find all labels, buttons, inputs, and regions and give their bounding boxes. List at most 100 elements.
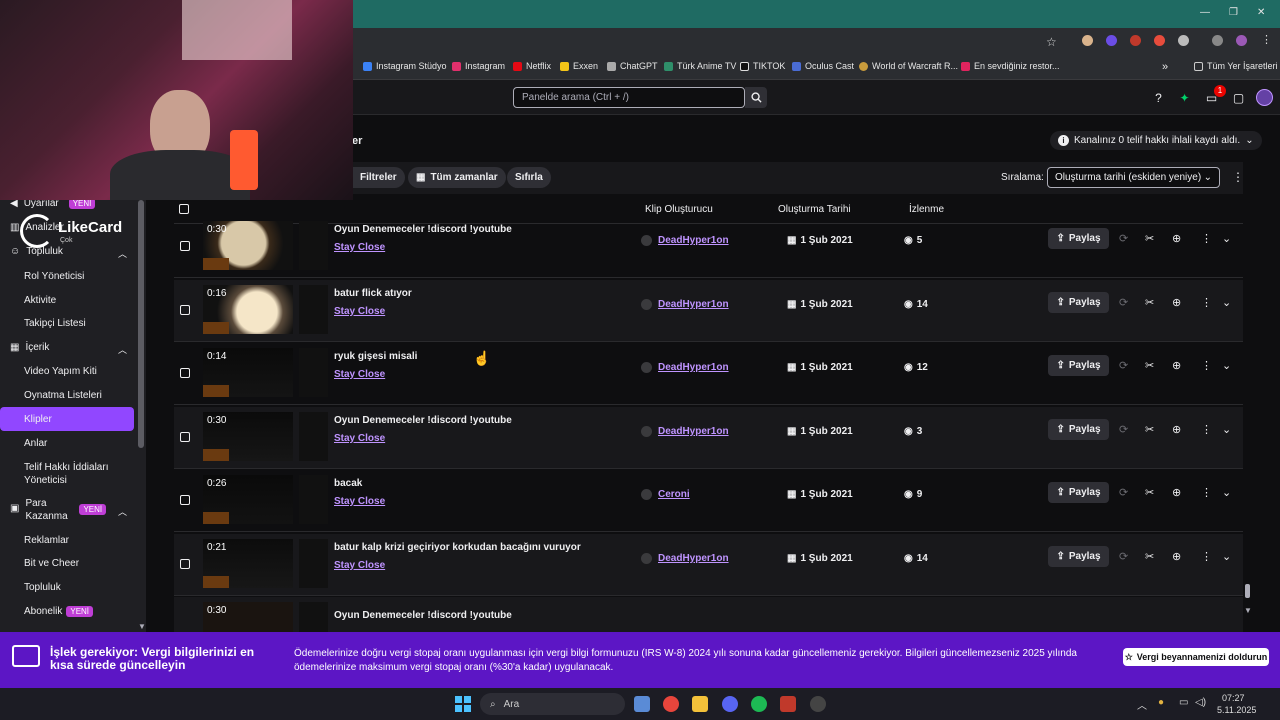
clip-title[interactable]: Oyun Denemeceler !discord !youtube — [334, 224, 512, 235]
bookmark[interactable]: TIKTOK — [740, 61, 785, 71]
bookmark[interactable]: World of Warcraft R... — [859, 61, 958, 71]
table-scrollbar[interactable] — [1245, 584, 1250, 598]
menu-kebab-icon[interactable]: ⋮ — [1261, 33, 1272, 46]
sidebar-item-playlists[interactable]: Oynatma Listeleri — [24, 390, 102, 401]
obs-icon[interactable] — [810, 696, 826, 712]
clip-thumbnail[interactable]: 0:16 — [203, 285, 293, 334]
clip-title[interactable]: batur flick atıyor — [334, 288, 412, 299]
game-link[interactable]: Stay Close — [334, 369, 385, 380]
table-row[interactable]: 0:30 Oyun Denemeceler !discord !youtube St… — [174, 407, 1243, 469]
scissors-icon[interactable]: ✂ — [1145, 232, 1154, 245]
column-creator[interactable]: Klip Oluşturucu — [645, 204, 713, 215]
table-row[interactable]: 0:30 Oyun Denemeceler !discord !youtube St… — [174, 216, 1243, 278]
sidebar-item-activity[interactable]: Aktivite — [24, 295, 56, 306]
all-time-button[interactable]: ▦ Tüm zamanlar — [408, 167, 506, 188]
sidebar-item-community[interactable]: Topluluk — [24, 582, 61, 593]
bookmark[interactable]: Oculus Cast — [792, 61, 854, 71]
chevron-down-icon[interactable]: ⌄ — [1222, 359, 1231, 372]
scissors-icon[interactable]: ✂ — [1145, 359, 1154, 372]
sidebar-item-clips[interactable]: Klipler — [24, 414, 52, 425]
sidebar-item-bits[interactable]: Bit ve Cheer — [24, 558, 79, 569]
extension-icon[interactable] — [1154, 35, 1165, 46]
table-row[interactable]: 0:26 bacak Stay Close Ceroni ▦ 1 Şub 2021 ◉ 9 ⇪ P… — [174, 470, 1243, 532]
more-icon[interactable]: ⋮ — [1201, 359, 1212, 372]
row-checkbox[interactable] — [180, 432, 190, 442]
bookmark[interactable]: En sevdiğiniz restor... — [961, 61, 1060, 71]
chevron-up-icon[interactable]: ︿ — [118, 343, 127, 356]
clip-title[interactable]: batur kalp krizi geçiriyor korkudan baca… — [334, 542, 581, 553]
loop-icon[interactable]: ⟳ — [1119, 359, 1128, 372]
creator-link[interactable]: DeadHyper1on — [658, 299, 729, 310]
game-link[interactable]: Stay Close — [334, 433, 385, 444]
sidebar-item-role-manager[interactable]: Rol Yöneticisi — [24, 271, 84, 282]
table-row[interactable]: 0:16 batur flick atıyor Stay Close DeadHype… — [174, 280, 1243, 342]
row-checkbox[interactable] — [180, 305, 190, 315]
share-button[interactable]: ⇪ Paylaş — [1048, 482, 1109, 503]
add-circle-icon[interactable]: ⊕ — [1172, 486, 1181, 499]
share-button[interactable]: ⇪ Paylaş — [1048, 419, 1109, 440]
scissors-icon[interactable]: ✂ — [1145, 423, 1154, 436]
game-link[interactable]: Stay Close — [334, 306, 385, 317]
scissors-icon[interactable]: ✂ — [1145, 486, 1154, 499]
maximize-icon[interactable]: ❐ — [1229, 7, 1238, 18]
user-avatar[interactable] — [1256, 89, 1273, 106]
minimize-icon[interactable]: — — [1200, 7, 1210, 18]
row-checkbox[interactable] — [180, 368, 190, 378]
loop-icon[interactable]: ⟳ — [1119, 232, 1128, 245]
profile-avatar[interactable] — [1236, 35, 1247, 46]
scissors-icon[interactable]: ✂ — [1145, 296, 1154, 309]
clip-thumbnail[interactable]: 0:26 — [203, 475, 293, 524]
sidebar-item-video-kit[interactable]: Video Yapım Kiti — [24, 366, 97, 377]
clip-title[interactable]: bacak — [334, 478, 362, 489]
select-all-checkbox[interactable] — [179, 204, 189, 214]
add-circle-icon[interactable]: ⊕ — [1172, 423, 1181, 436]
loop-icon[interactable]: ⟳ — [1119, 486, 1128, 499]
clock-date[interactable]: 5.11.2025 — [1217, 705, 1256, 715]
sidebar-scrollbar[interactable] — [138, 200, 144, 448]
clock-time[interactable]: 07:27 — [1222, 693, 1245, 703]
scroll-down-icon[interactable]: ▼ — [138, 622, 146, 631]
discord-icon[interactable] — [722, 696, 738, 712]
sidebar-item-followers[interactable]: Takipçi Listesi — [24, 318, 86, 329]
close-icon[interactable]: ✕ — [1257, 7, 1265, 18]
more-icon[interactable]: ⋮ — [1201, 232, 1212, 245]
network-icon[interactable]: ▭ — [1179, 697, 1188, 708]
extension-icon[interactable] — [1106, 35, 1117, 46]
puzzle-icon[interactable] — [1178, 35, 1189, 46]
table-row[interactable]: 0:21 batur kalp krizi geçiriyor korkudan … — [174, 534, 1243, 596]
column-date[interactable]: Oluşturma Tarihi — [778, 204, 851, 215]
search-input[interactable]: Panelde arama (Ctrl + /) — [513, 87, 745, 108]
clip-thumbnail[interactable]: 0:30 — [203, 221, 293, 270]
extension-icon[interactable] — [1082, 35, 1093, 46]
more-icon[interactable]: ⋮ — [1201, 486, 1212, 499]
sidebar-item-ads[interactable]: Reklamlar — [24, 535, 69, 546]
sort-select[interactable]: Oluşturma tarihi (eskiden yeniye) ⌄ — [1047, 167, 1220, 188]
all-bookmarks[interactable]: Tüm Yer İşaretleri — [1194, 61, 1278, 71]
game-link[interactable]: Stay Close — [334, 560, 385, 571]
more-icon[interactable]: ⋮ — [1201, 550, 1212, 563]
fill-tax-form-button[interactable]: ☆ Vergi beyannamenizi doldurun — [1123, 648, 1269, 666]
add-circle-icon[interactable]: ⊕ — [1172, 359, 1181, 372]
app-icon[interactable] — [634, 696, 650, 712]
chevron-up-icon[interactable]: ︿ — [1137, 697, 1147, 712]
chevron-down-icon[interactable]: ⌄ — [1222, 550, 1231, 563]
sidebar-section-content[interactable]: ▦ İçerik — [10, 342, 49, 353]
chevron-up-icon[interactable]: ︿ — [118, 247, 127, 260]
bookmark[interactable]: Instagram — [452, 61, 505, 71]
creator-link[interactable]: DeadHyper1on — [658, 235, 729, 246]
chevron-down-icon[interactable]: ⌄ — [1222, 232, 1231, 245]
mic-icon[interactable]: ● — [1158, 697, 1164, 708]
folder-icon[interactable] — [692, 696, 708, 712]
taskbar-search[interactable]: ⌕ Ara — [480, 693, 625, 715]
star-icon[interactable]: ☆ — [1046, 35, 1057, 49]
table-row[interactable]: 0:14 ryuk gişesi misali Stay Close DeadHype… — [174, 343, 1243, 405]
chevron-down-icon[interactable]: ⌄ — [1222, 486, 1231, 499]
row-checkbox[interactable] — [180, 495, 190, 505]
row-checkbox[interactable] — [180, 559, 190, 569]
app-icon[interactable] — [780, 696, 796, 712]
chat-icon[interactable]: ▢ — [1232, 91, 1245, 105]
more-icon[interactable]: ⋮ — [1201, 296, 1212, 309]
creator-link[interactable]: DeadHyper1on — [658, 362, 729, 373]
sidebar-section-monetization[interactable]: ▣ Para Kazanma YENİ — [10, 497, 107, 523]
row-checkbox[interactable] — [180, 241, 190, 251]
